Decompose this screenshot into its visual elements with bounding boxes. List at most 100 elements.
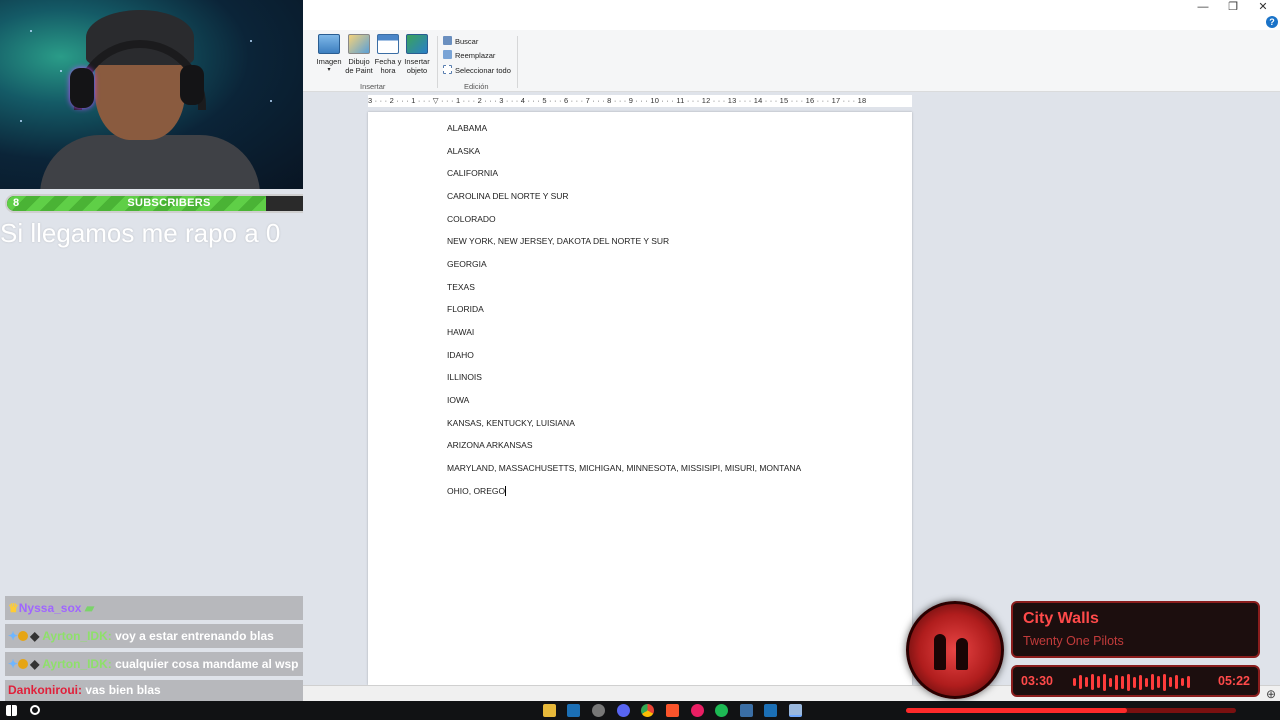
replace-label: Reemplazar [455, 51, 496, 60]
insert-group-label: Insertar [360, 82, 386, 91]
document-line-editing: OHIO, OREGO [447, 486, 507, 496]
chrome-icon[interactable] [641, 704, 654, 717]
ruler[interactable]: 3 · · · 2 · · · 1 · · · ▽ · · · 1 · · · … [368, 95, 912, 107]
album-figure [934, 634, 946, 670]
background-star [250, 40, 252, 42]
subscriber-goal-label: SUBSCRIBERS [127, 197, 211, 209]
subscriber-current: 8 [13, 197, 20, 209]
steam-icon[interactable] [567, 704, 580, 717]
document-line: GEORGIA [447, 259, 487, 269]
brave-icon[interactable] [666, 704, 679, 717]
song-title: City Walls [1023, 610, 1099, 627]
waveform-bar [1097, 676, 1100, 688]
file-explorer-icon[interactable] [543, 704, 556, 717]
youtube-music-icon[interactable] [691, 704, 704, 717]
stream-overlay: SUBSCRIBERS 8 10 Si llegamos me rapo a 0 [0, 0, 333, 685]
chat-username: Nyssa_sox [18, 601, 82, 615]
find-label: Buscar [455, 37, 479, 46]
document-line: MARYLAND, MASSACHUSETTS, MICHIGAN, MINNE… [447, 463, 802, 473]
search-icon[interactable] [30, 705, 40, 715]
paint-drawing-button[interactable]: Dibujo de Paint [344, 34, 374, 75]
headset-earcup-right [180, 65, 204, 105]
crown-icon: ♛ [8, 601, 19, 615]
paint-drawing-label: Dibujo de Paint [345, 57, 373, 75]
waveform-bar [1157, 676, 1160, 688]
document-line: TEXAS [447, 282, 475, 292]
music-progress-bar [906, 708, 1236, 713]
shield-badge-icon: ◆ [30, 629, 40, 643]
audio-waveform [1073, 673, 1203, 691]
image-icon [318, 34, 340, 54]
waveform-bar [1187, 676, 1190, 688]
find-button[interactable]: Buscar [443, 36, 478, 48]
document-line: HAWAI [447, 327, 475, 337]
webcam-feed [0, 0, 303, 189]
sword-badge-icon: ✦ [8, 629, 19, 643]
chat-text: vas bien blas [82, 683, 161, 697]
waveform-bar [1115, 674, 1118, 690]
document-line: ILLINOIS [447, 372, 482, 382]
insert-object-label: Insertar objeto [404, 57, 430, 75]
document-line: IOWA [447, 395, 470, 405]
ruler-marks: 3 · · · 2 · · · 1 · · · ▽ · · · 1 · · · … [368, 96, 867, 105]
document-line: ALASKA [447, 146, 481, 156]
date-time-label: Fecha y hora [374, 57, 402, 75]
waveform-bar [1109, 677, 1112, 687]
window-titlebar [303, 0, 1280, 30]
document-line: ARIZONA ARKANSAS [447, 440, 533, 450]
waveform-bar [1103, 673, 1106, 691]
document-line: FLORIDA [447, 304, 484, 314]
waveform-bar [1181, 678, 1184, 686]
settings-icon[interactable] [592, 704, 605, 717]
select-all-button[interactable]: Seleccionar todo [443, 65, 511, 77]
album-figure [956, 638, 968, 670]
document-line: KANSAS, KENTUCKY, LUISIANA [447, 418, 575, 428]
waveform-bar [1121, 675, 1124, 689]
wordpad-icon[interactable] [789, 704, 802, 717]
document-line: ALABAMA [447, 123, 488, 133]
date-time-button[interactable]: Fecha y hora [373, 34, 403, 75]
help-icon[interactable]: ? [1266, 16, 1278, 28]
waveform-bar [1091, 674, 1094, 690]
replace-icon [443, 50, 452, 59]
chat-username: Dankoniroui: [8, 683, 82, 697]
waveform-bar [1079, 675, 1082, 689]
waveform-bar [1127, 673, 1130, 691]
bits-badge-icon [18, 631, 29, 641]
insert-object-button[interactable]: Insertar objeto [402, 34, 432, 75]
background-star [30, 30, 32, 32]
waveform-bar [1163, 673, 1166, 691]
replace-button[interactable]: Reemplazar [443, 50, 495, 62]
headset-earcup-left [70, 68, 94, 108]
waveform-bar [1139, 674, 1142, 690]
elapsed-time: 03:30 [1021, 674, 1053, 688]
document-line: OHIO, OREGO [447, 486, 506, 496]
chat-username: Ayrton_IDK: [42, 629, 112, 643]
spotify-icon[interactable] [715, 704, 728, 717]
song-duration: 05:22 [1218, 674, 1250, 688]
goal-text: Si llegamos me rapo a 0 [0, 218, 281, 248]
discord-icon[interactable] [617, 704, 630, 717]
object-icon [406, 34, 428, 54]
music-progress-fill [906, 708, 1128, 713]
document-line: CALIFORNIA [447, 168, 499, 178]
shield-badge-icon: ◆ [30, 657, 40, 671]
windows-start-icon[interactable] [6, 705, 17, 716]
document-line: IDAHO [447, 350, 474, 360]
document-line: COLORADO [447, 214, 496, 224]
insert-image-button[interactable]: Imagen ▾ [314, 34, 344, 75]
insert-image-label: Imagen [316, 57, 342, 66]
close-button[interactable]: ✕ [1248, 0, 1278, 14]
minimize-button[interactable]: — [1188, 0, 1218, 14]
waveform-bar [1145, 677, 1148, 687]
edit-group-label: Edición [464, 82, 489, 91]
text-caret [505, 486, 507, 496]
zoom-in-icon[interactable]: ⊕ [1266, 687, 1276, 701]
binoculars-icon [443, 36, 452, 45]
waveform-bar [1133, 676, 1136, 688]
restore-button[interactable]: ❐ [1218, 0, 1248, 14]
steam-icon[interactable] [764, 704, 777, 717]
app-icon[interactable] [740, 704, 753, 717]
bits-badge-icon [18, 659, 29, 669]
sword-badge-icon: ✦ [8, 657, 19, 671]
